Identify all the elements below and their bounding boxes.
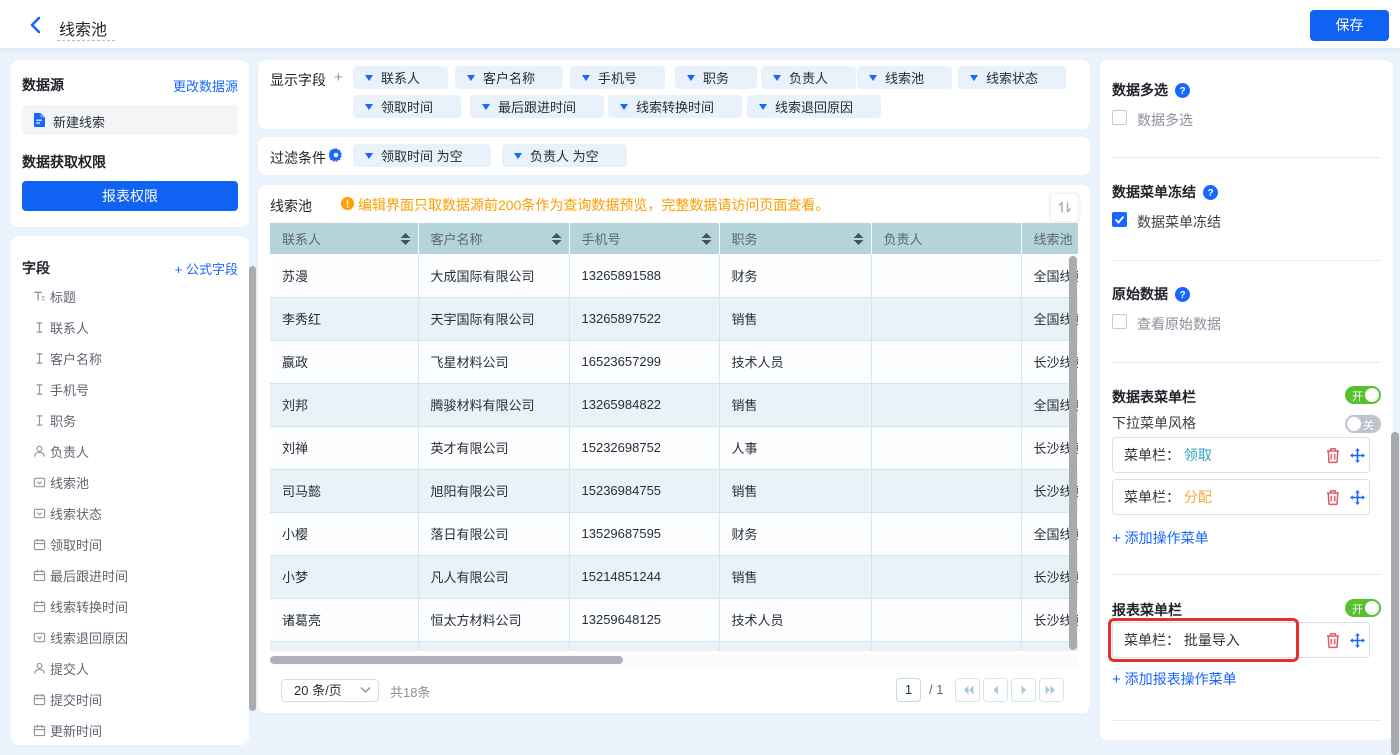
svg-text:?: ? [1179, 290, 1185, 301]
svg-text:?: ? [1207, 188, 1213, 199]
svg-text:?: ? [1179, 86, 1185, 97]
